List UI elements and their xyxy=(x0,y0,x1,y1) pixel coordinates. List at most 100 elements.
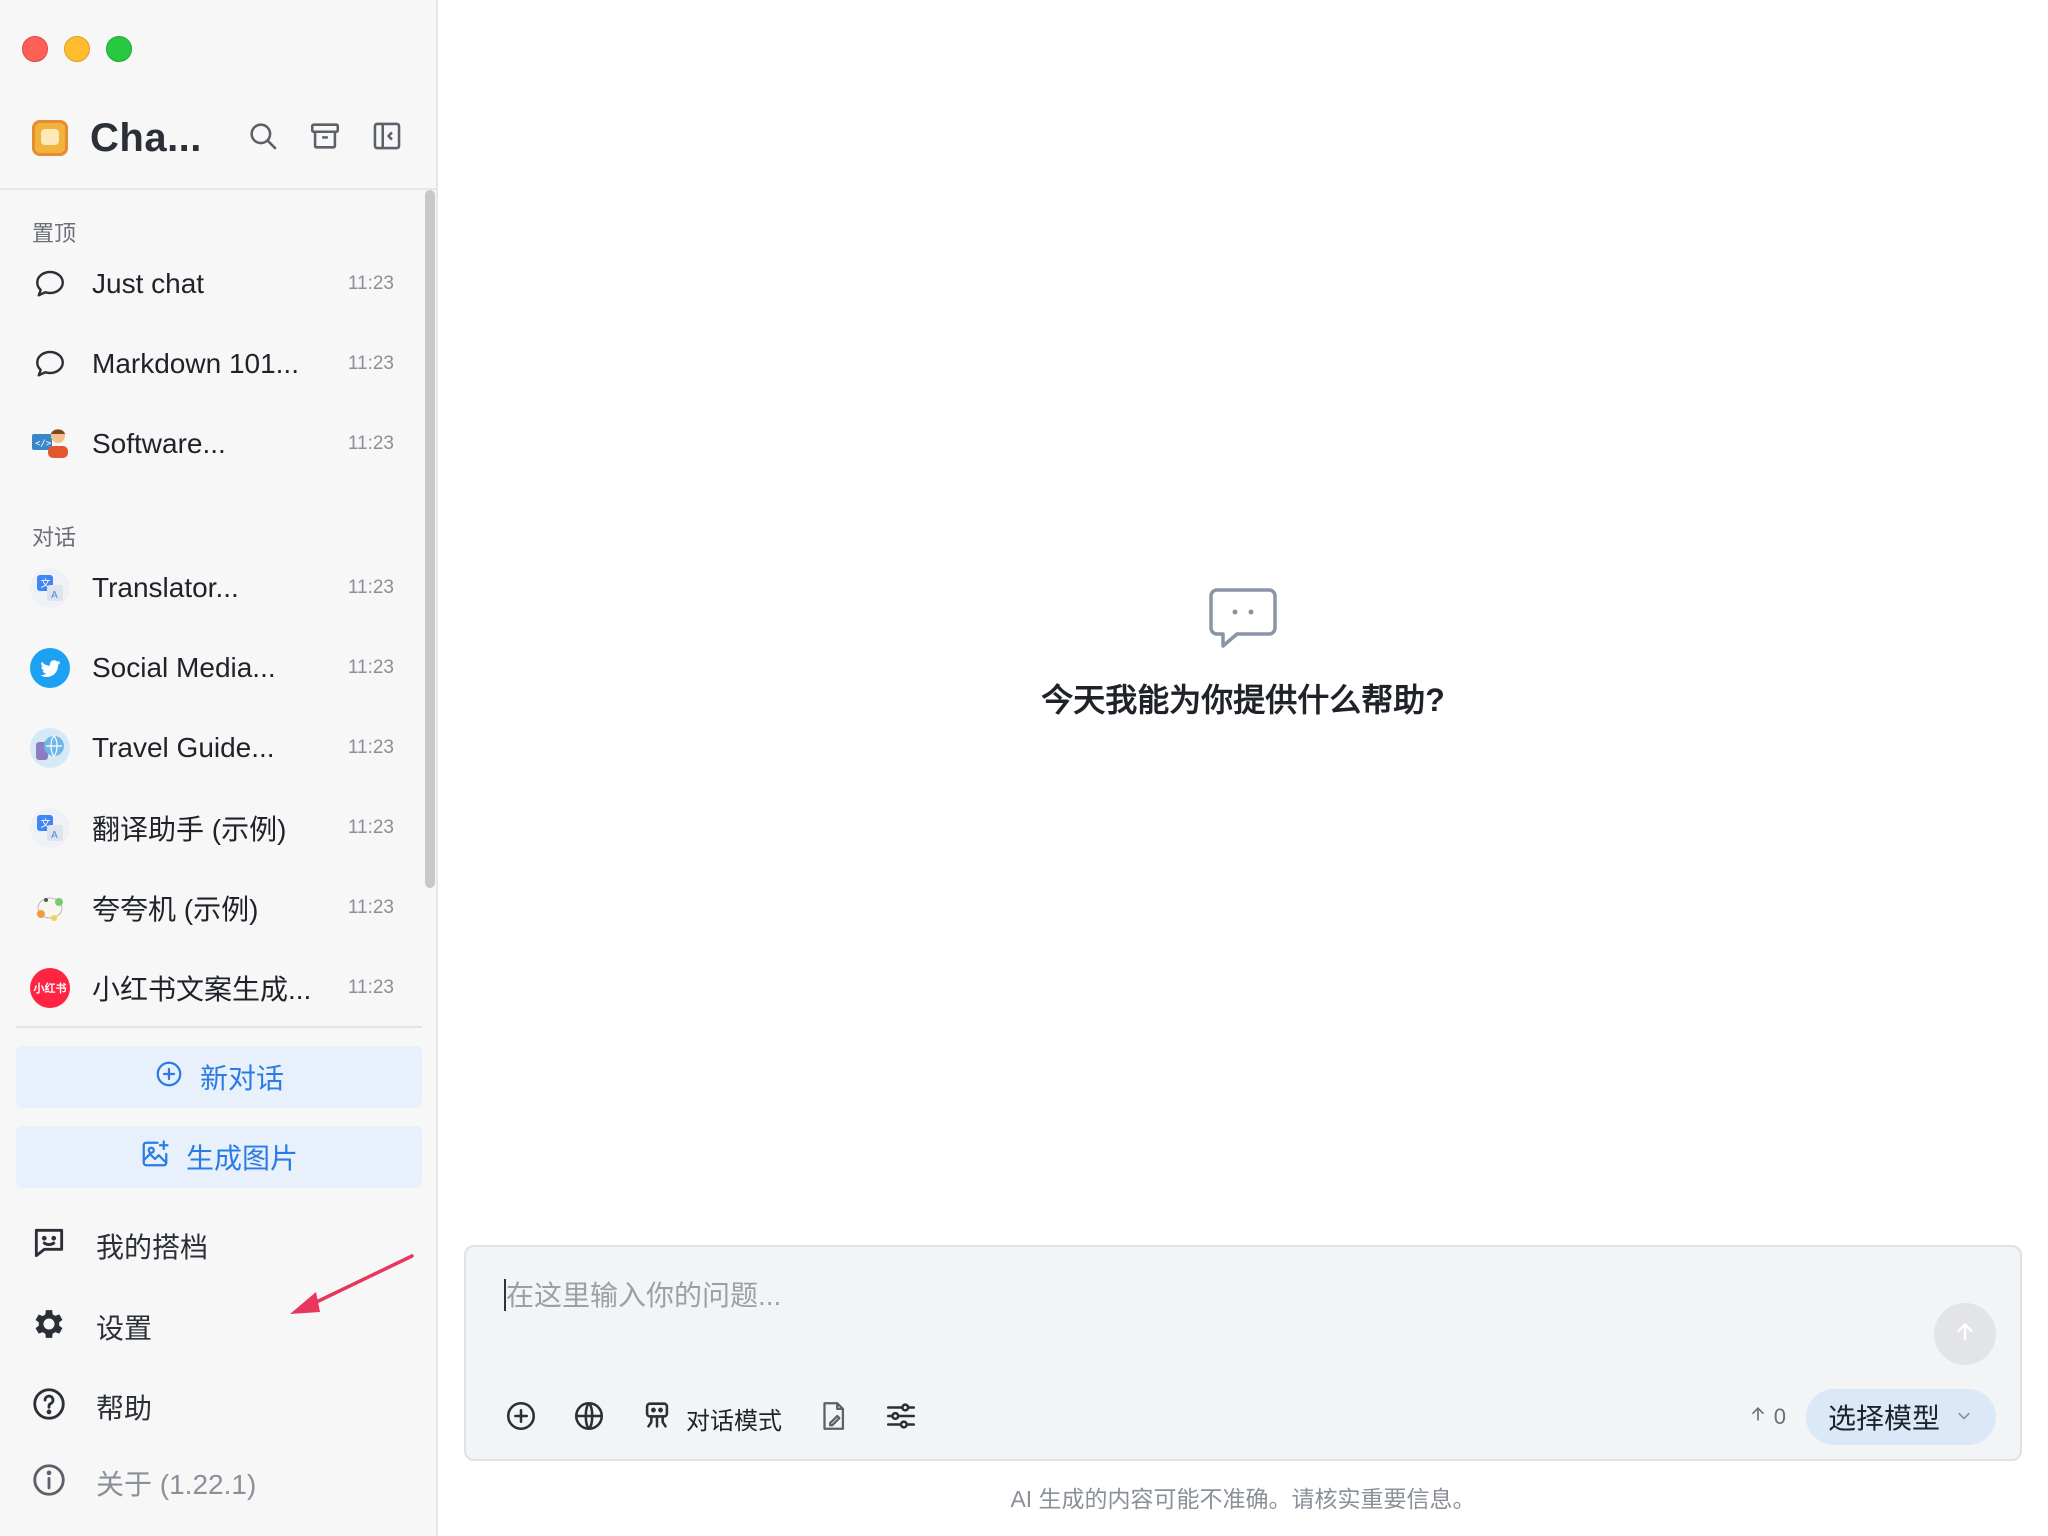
chat-item-time: 11:23 xyxy=(347,897,394,918)
ai-disclaimer: AI 生成的内容可能不准确。请核实重要信息。 xyxy=(1010,1486,1476,1512)
chat-item-social-media[interactable]: Social Media... 11:23 xyxy=(30,638,394,698)
chat-item-time: 11:23 xyxy=(347,977,394,998)
chat-item-just-chat[interactable]: Just chat 11:23 xyxy=(30,254,394,314)
attach-plus-icon[interactable] xyxy=(504,1399,538,1438)
main-panel: 今天我能为你提供什么帮助? 在这里输入你的问题... 对话模式 0 选择模型 A… xyxy=(438,0,2048,1536)
about-label: 关于 (1.22.1) xyxy=(96,1469,257,1500)
conversation-list: 置顶 Just chat 11:23 Markdown 101... 11:23… xyxy=(0,190,420,1028)
xiaohongshu-logo-icon: 小红书 xyxy=(30,968,70,1008)
token-counter: 0 xyxy=(1748,1404,1786,1430)
token-count: 0 xyxy=(1773,1404,1786,1429)
web-search-globe-icon[interactable] xyxy=(572,1399,606,1438)
chat-smile-icon xyxy=(30,1224,96,1269)
zoom-window-button[interactable] xyxy=(106,36,132,62)
pinned-section-label: 置顶 xyxy=(32,221,77,246)
arrow-up-icon xyxy=(1952,1319,1978,1350)
search-icon[interactable] xyxy=(246,119,280,158)
chat-item-title: Markdown 101... xyxy=(92,348,299,379)
chevron-down-icon xyxy=(1954,1401,1974,1433)
chat-bubble-icon xyxy=(30,264,70,304)
image-add-icon xyxy=(140,1139,170,1176)
plus-circle-icon xyxy=(154,1059,184,1096)
empty-state: 今天我能为你提供什么帮助? xyxy=(438,586,2048,721)
chat-item-time: 11:23 xyxy=(347,433,394,454)
chat-item-time: 11:23 xyxy=(347,577,394,598)
message-input[interactable] xyxy=(504,1273,1808,1319)
chats-section-label: 对话 xyxy=(32,525,77,550)
select-model-label: 选择模型 xyxy=(1827,1403,1940,1434)
chat-item-translate-assistant[interactable]: 文A 翻译助手 (示例) 11:23 xyxy=(30,798,394,858)
conversation-mode-button[interactable]: 对话模式 xyxy=(640,1398,782,1439)
travel-globe-icon xyxy=(30,728,70,768)
app-title: Cha... xyxy=(90,115,202,160)
new-chat-label: 新对话 xyxy=(199,1063,284,1094)
robot-icon xyxy=(640,1398,674,1439)
minimize-window-button[interactable] xyxy=(64,36,90,62)
software-developer-avatar-icon: </> xyxy=(30,424,70,464)
send-button[interactable] xyxy=(1934,1303,1996,1365)
sidebar-scrollbar[interactable] xyxy=(425,190,435,888)
chat-item-translator[interactable]: 文A Translator... 11:23 xyxy=(30,558,394,618)
conversation-mode-label: 对话模式 xyxy=(686,1407,782,1435)
chat-item-time: 11:23 xyxy=(347,737,394,758)
gear-icon xyxy=(30,1305,96,1350)
chat-item-software[interactable]: </> Software... 11:23 xyxy=(30,414,394,474)
document-edit-icon[interactable] xyxy=(816,1399,850,1438)
composer-right-actions: 0 选择模型 xyxy=(1748,1389,1996,1445)
chat-bubble-dots-icon xyxy=(1207,588,1279,656)
composer-toolbar: 对话模式 xyxy=(504,1393,918,1443)
translator-icon: 文A xyxy=(30,808,70,848)
help-label: 帮助 xyxy=(96,1393,153,1424)
empty-state-title: 今天我能为你提供什么帮助? xyxy=(1041,682,1445,718)
help-circle-icon xyxy=(30,1385,96,1430)
chat-item-title: 小红书文案生成... xyxy=(92,974,312,1005)
generate-image-label: 生成图片 xyxy=(185,1143,298,1174)
window-controls xyxy=(22,36,132,62)
my-partners-menu-item[interactable]: 我的搭档 xyxy=(30,1221,208,1271)
select-model-button[interactable]: 选择模型 xyxy=(1805,1389,1996,1445)
chat-item-time: 11:23 xyxy=(347,353,394,374)
text-caret xyxy=(504,1279,506,1311)
app-logo-icon xyxy=(32,120,68,156)
chat-item-praise-bot[interactable]: 夸夸机 (示例) 11:23 xyxy=(30,878,394,938)
chat-item-title: Software... xyxy=(92,428,226,459)
chat-item-title: 夸夸机 (示例) xyxy=(92,894,259,925)
list-bottom-divider xyxy=(16,1026,422,1028)
close-window-button[interactable] xyxy=(22,36,48,62)
chat-item-title: Travel Guide... xyxy=(92,732,275,763)
chat-item-time: 11:23 xyxy=(347,273,394,294)
chat-item-title: Translator... xyxy=(92,572,239,603)
header-actions xyxy=(246,119,404,158)
arrow-up-small-icon xyxy=(1748,1404,1768,1430)
svg-text:A: A xyxy=(51,830,58,841)
chat-item-markdown[interactable]: Markdown 101... 11:23 xyxy=(30,334,394,394)
settings-label: 设置 xyxy=(96,1313,153,1344)
chat-item-title: Just chat xyxy=(92,268,205,299)
xiaohongshu-logo-text: 小红书 xyxy=(33,983,67,995)
about-menu-item[interactable]: 关于 (1.22.1) xyxy=(30,1458,256,1508)
my-partners-label: 我的搭档 xyxy=(96,1232,209,1263)
collapse-sidebar-icon[interactable] xyxy=(370,119,404,158)
settings-menu-item[interactable]: 设置 xyxy=(30,1302,152,1352)
chat-item-title: Social Media... xyxy=(92,652,276,683)
svg-text:</>: </> xyxy=(35,439,52,449)
chat-item-time: 11:23 xyxy=(347,817,394,838)
info-circle-icon xyxy=(30,1461,96,1506)
sidebar-header: Cha... xyxy=(32,108,404,168)
generate-image-button[interactable]: 生成图片 xyxy=(16,1126,422,1188)
twitter-bird-icon xyxy=(30,648,70,688)
chat-item-travel-guide[interactable]: Travel Guide... 11:23 xyxy=(30,718,394,778)
chat-item-xiaohongshu[interactable]: 小红书 小红书文案生成... 11:23 xyxy=(30,958,394,1018)
svg-text:A: A xyxy=(51,590,58,601)
sliders-settings-icon[interactable] xyxy=(884,1399,918,1438)
chat-item-time: 11:23 xyxy=(347,657,394,678)
help-menu-item[interactable]: 帮助 xyxy=(30,1382,152,1432)
chat-bubble-icon xyxy=(30,344,70,384)
archive-icon[interactable] xyxy=(308,119,342,158)
new-chat-button[interactable]: 新对话 xyxy=(16,1046,422,1108)
flower-pot-icon xyxy=(30,888,70,928)
composer: 对话模式 0 选择模型 xyxy=(464,1245,2022,1461)
annotation-arrow-icon xyxy=(290,1254,414,1314)
sidebar: Cha... 置顶 Just chat 11:23 Markdown 101..… xyxy=(0,0,438,1536)
app-window: Cha... 置顶 Just chat 11:23 Markdown 101..… xyxy=(0,0,2048,1536)
